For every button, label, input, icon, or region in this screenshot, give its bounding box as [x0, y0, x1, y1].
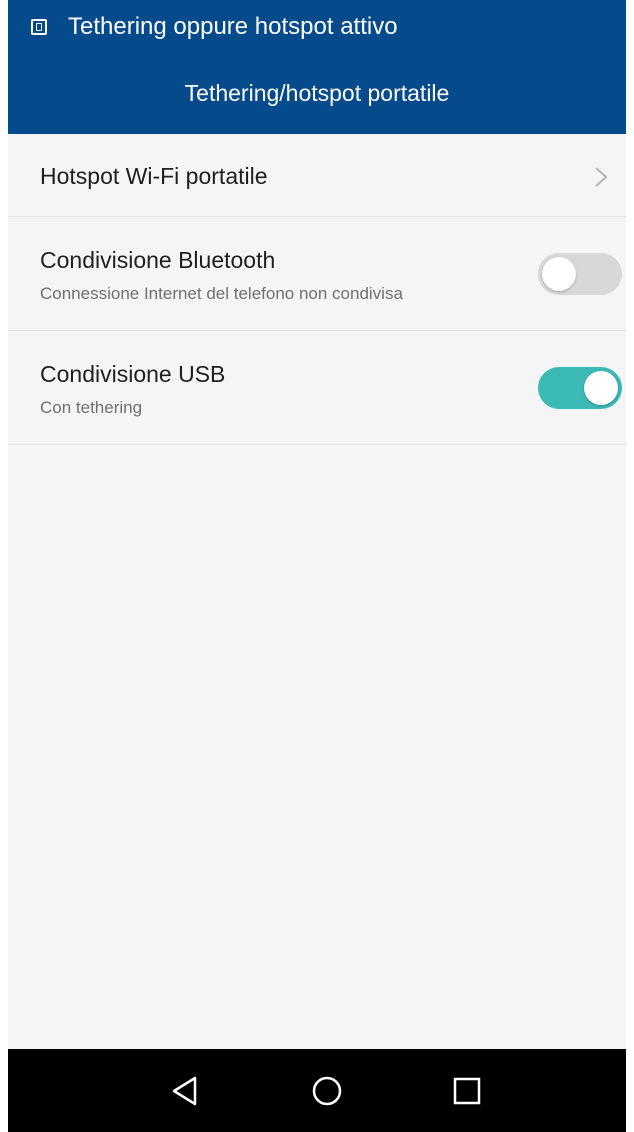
back-triangle-icon[interactable]: [167, 1073, 203, 1109]
bluetooth-tethering-status: Connessione Internet del telefono non co…: [40, 284, 403, 303]
recents-square-icon[interactable]: [449, 1073, 485, 1109]
usb-tethering-status: Con tethering: [40, 398, 143, 417]
usb-tethering-toggle[interactable]: [538, 367, 622, 409]
page-title: Tethering/hotspot portatile: [184, 80, 450, 106]
bluetooth-tethering-toggle[interactable]: [538, 253, 622, 295]
toggle-knob: [584, 371, 618, 405]
usb-tethering-row[interactable]: Condivisione USB Con tethering: [8, 331, 626, 445]
navigation-bar: [8, 1049, 626, 1132]
status-bar[interactable]: Tethering oppure hotspot attivo: [8, 0, 626, 56]
home-circle-icon[interactable]: [309, 1073, 345, 1109]
bluetooth-tethering-row[interactable]: Condivisione Bluetooth Connessione Inter…: [8, 217, 626, 331]
bluetooth-tethering-label: Condivisione Bluetooth: [40, 247, 276, 273]
wifi-hotspot-row[interactable]: Hotspot Wi-Fi portatile: [8, 134, 626, 217]
toggle-knob: [542, 257, 576, 291]
settings-list: Hotspot Wi-Fi portatile Condivisione Blu…: [8, 134, 626, 445]
screen: Tethering oppure hotspot attivo Tetherin…: [8, 0, 626, 1132]
tethering-notification-icon: [31, 19, 47, 35]
status-notification-text: Tethering oppure hotspot attivo: [68, 13, 398, 40]
wifi-hotspot-label: Hotspot Wi-Fi portatile: [40, 163, 268, 189]
usb-tethering-label: Condivisione USB: [40, 361, 226, 387]
header: Tethering oppure hotspot attivo Tetherin…: [8, 0, 626, 134]
chevron-right-icon: [595, 167, 608, 187]
